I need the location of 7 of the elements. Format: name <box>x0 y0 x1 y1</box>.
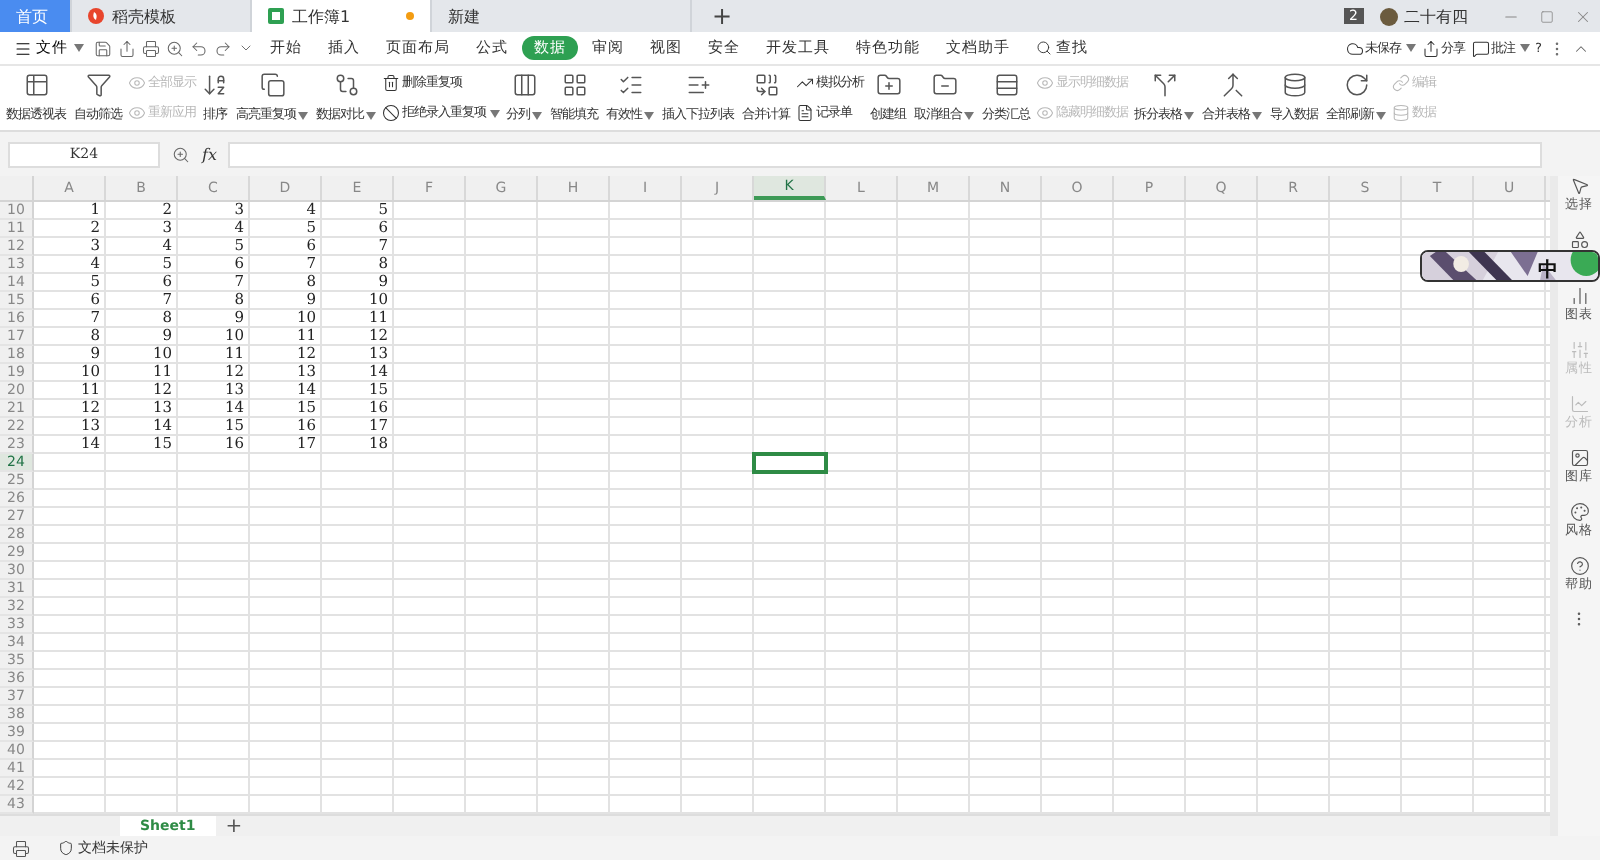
input-method-label[interactable]: 中 <box>1538 256 1558 280</box>
document-tab[interactable]: 工作簿1 <box>252 0 432 32</box>
add-sheet-button[interactable]: + <box>215 816 253 836</box>
function-label[interactable]: fx <box>202 145 217 163</box>
user-name[interactable]: 二十有四 <box>1404 5 1468 27</box>
document-tab[interactable]: 首页 <box>0 0 72 32</box>
new-tab-button[interactable]: + <box>692 0 753 32</box>
